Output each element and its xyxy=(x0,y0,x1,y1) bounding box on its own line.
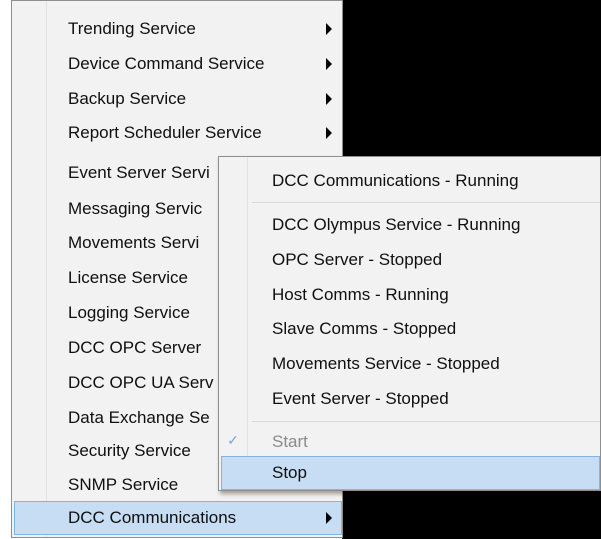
menu-separator xyxy=(252,421,600,422)
menu-item-label: Logging Service xyxy=(68,303,190,322)
stop-menu-item[interactable]: Stop xyxy=(221,456,600,490)
submenu-item-movements-service[interactable]: Movements Service - Stopped xyxy=(219,347,600,381)
dcc-communications-submenu: DCC Communications - Running DCC Olympus… xyxy=(218,156,601,491)
menu-item-label: DCC Communications xyxy=(68,508,237,527)
start-menu-item: ✓ Start xyxy=(219,425,600,459)
menu-item-device-command-service[interactable]: Device Command Service xyxy=(12,47,342,81)
checkmark-icon: ✓ xyxy=(227,432,239,448)
submenu-item-label: Movements Service - Stopped xyxy=(272,354,500,373)
start-label: Start xyxy=(272,432,308,451)
menu-item-label: DCC OPC Server xyxy=(68,338,202,357)
submenu-item-label: Host Comms - Running xyxy=(272,285,449,304)
submenu-arrow-icon xyxy=(326,127,332,139)
submenu-item-label: DCC Communications - Running xyxy=(272,171,519,190)
menu-item-backup-service[interactable]: Backup Service xyxy=(12,82,342,116)
stop-label: Stop xyxy=(272,463,307,482)
menu-item-label: DCC OPC UA Serv xyxy=(68,373,214,392)
submenu-item-label: Slave Comms - Stopped xyxy=(272,319,457,338)
submenu-item-event-server[interactable]: Event Server - Stopped xyxy=(219,382,600,416)
submenu-item-label: Event Server - Stopped xyxy=(272,389,449,408)
submenu-item-label: OPC Server - Stopped xyxy=(272,250,443,269)
submenu-item-host-comms[interactable]: Host Comms - Running xyxy=(219,278,600,312)
menu-item-report-scheduler-service[interactable]: Report Scheduler Service xyxy=(12,116,342,150)
menu-item-label: Device Command Service xyxy=(68,54,265,73)
menu-separator xyxy=(252,202,600,203)
menu-item-dcc-communications[interactable]: DCC Communications xyxy=(14,501,342,535)
menu-item-label: Movements Servi xyxy=(68,233,200,252)
submenu-arrow-icon xyxy=(326,58,332,70)
submenu-item-dcc-olympus-service[interactable]: DCC Olympus Service - Running xyxy=(219,208,600,242)
menu-item-label: Event Server Servi xyxy=(68,163,210,182)
submenu-item-label: DCC Olympus Service - Running xyxy=(272,215,521,234)
submenu-item-slave-comms[interactable]: Slave Comms - Stopped xyxy=(219,312,600,346)
submenu-item-opc-server[interactable]: OPC Server - Stopped xyxy=(219,243,600,277)
submenu-header-status[interactable]: DCC Communications - Running xyxy=(219,164,600,198)
menu-item-trending-service[interactable]: Trending Service xyxy=(12,12,342,46)
menu-item-label: Trending Service xyxy=(68,19,196,38)
menu-item-label: Backup Service xyxy=(68,89,187,108)
submenu-arrow-icon xyxy=(326,23,332,35)
screen: Trending Service Device Command Service … xyxy=(0,0,601,539)
menu-item-label: Report Scheduler Service xyxy=(68,123,262,142)
submenu-arrow-icon xyxy=(326,93,332,105)
menu-item-label: Messaging Servic xyxy=(68,199,203,218)
menu-item-label: Data Exchange Se xyxy=(68,408,210,427)
menu-item-label: License Service xyxy=(68,268,189,287)
submenu-arrow-icon xyxy=(326,512,332,524)
menu-item-label: Security Service xyxy=(68,441,191,460)
menu-item-label: SNMP Service xyxy=(68,475,179,494)
